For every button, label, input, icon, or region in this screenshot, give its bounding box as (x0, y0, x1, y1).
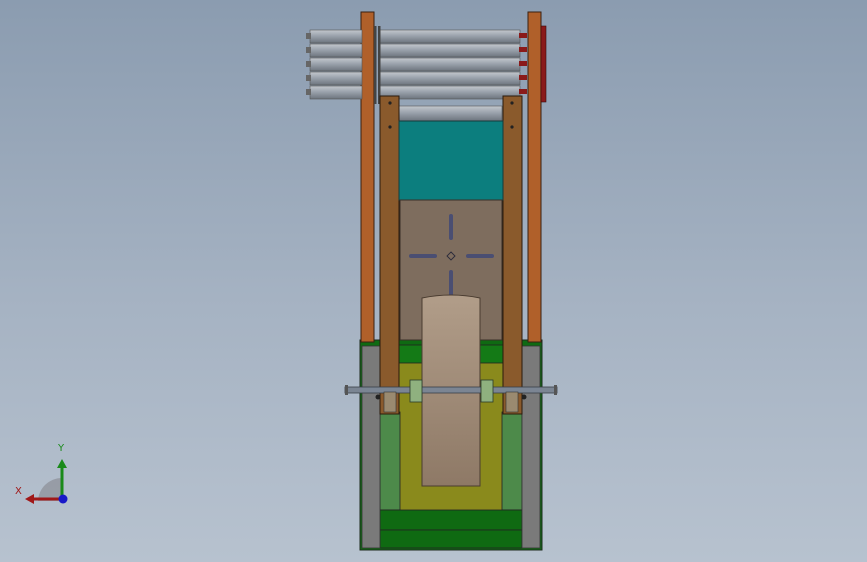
right-bracket[interactable] (480, 379, 494, 403)
teal-plate[interactable] (398, 120, 504, 201)
right-inner-column[interactable] (502, 95, 523, 415)
right-side-column[interactable] (521, 345, 541, 549)
coordinate-triad (25, 459, 68, 504)
right-outer-rail[interactable] (527, 11, 542, 343)
left-outer-rail[interactable] (360, 11, 375, 343)
z-axis-dot (58, 494, 68, 504)
left-bracket[interactable] (409, 379, 423, 403)
left-green-block[interactable] (379, 411, 401, 511)
model-drawing[interactable] (0, 0, 867, 562)
left-inner-column[interactable] (379, 95, 400, 415)
right-green-block[interactable] (501, 411, 523, 511)
y-axis-label: Y (58, 443, 65, 454)
cad-viewport[interactable]: Y X (0, 0, 867, 562)
base-bottom-bar[interactable] (379, 509, 523, 531)
left-side-column[interactable] (361, 345, 381, 549)
base-foot-bar[interactable] (379, 529, 523, 549)
end-cap[interactable] (540, 25, 547, 103)
x-axis-label: X (15, 486, 22, 497)
